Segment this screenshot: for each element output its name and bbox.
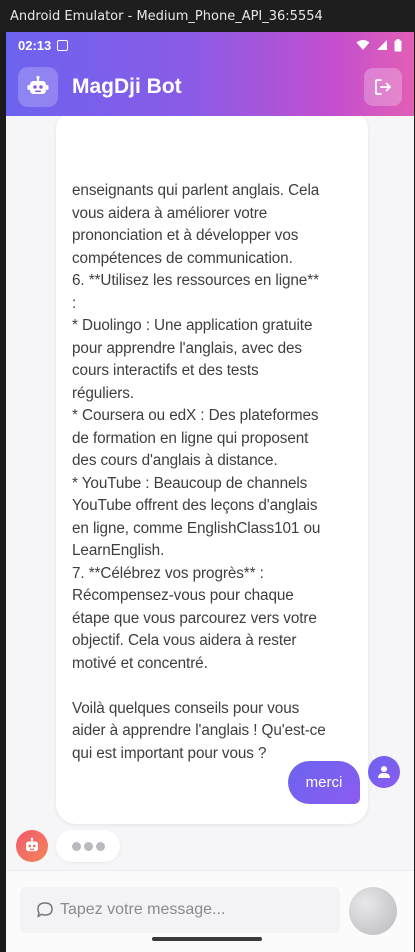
typing-dot (95, 841, 105, 851)
typing-dot (83, 841, 93, 851)
phone-screen: 02:13 MagDji Bot enseignants qui parlent… (6, 32, 414, 952)
chat-messages[interactable]: enseignants qui parlent anglais. Cela vo… (6, 116, 414, 872)
user-message-row: merci (288, 755, 400, 804)
app-bar: MagDji Bot (6, 58, 414, 116)
message-input-container[interactable] (20, 887, 340, 933)
robot-icon (26, 837, 38, 852)
typing-dot (71, 841, 81, 851)
bot-message-bubble: enseignants qui parlent anglais. Cela vo… (56, 116, 368, 824)
battery-icon (394, 38, 402, 51)
person-icon (378, 765, 390, 778)
typing-indicator-row (16, 830, 120, 862)
user-avatar (368, 755, 400, 788)
bot-avatar (16, 830, 48, 862)
user-message-bubble: merci (288, 761, 360, 804)
message-input[interactable] (60, 901, 320, 919)
wifi-icon (356, 40, 370, 50)
app-title: MagDji Bot (72, 75, 182, 98)
typing-indicator (56, 830, 120, 862)
logout-button[interactable] (364, 68, 402, 106)
logout-icon (375, 79, 391, 95)
status-bar: 02:13 (6, 32, 414, 58)
home-indicator[interactable] (152, 937, 262, 941)
status-time: 02:13 (18, 37, 52, 53)
robot-icon (18, 67, 58, 107)
bot-message-text: enseignants qui parlent anglais. Cela vo… (72, 182, 326, 762)
signal-icon (377, 40, 387, 50)
status-icons (356, 38, 402, 52)
emulator-window-title: Android Emulator - Medium_Phone_API_36:5… (0, 0, 415, 32)
chat-bubble-icon (37, 902, 53, 918)
sim-icon (57, 39, 69, 51)
send-button[interactable] (349, 887, 397, 935)
